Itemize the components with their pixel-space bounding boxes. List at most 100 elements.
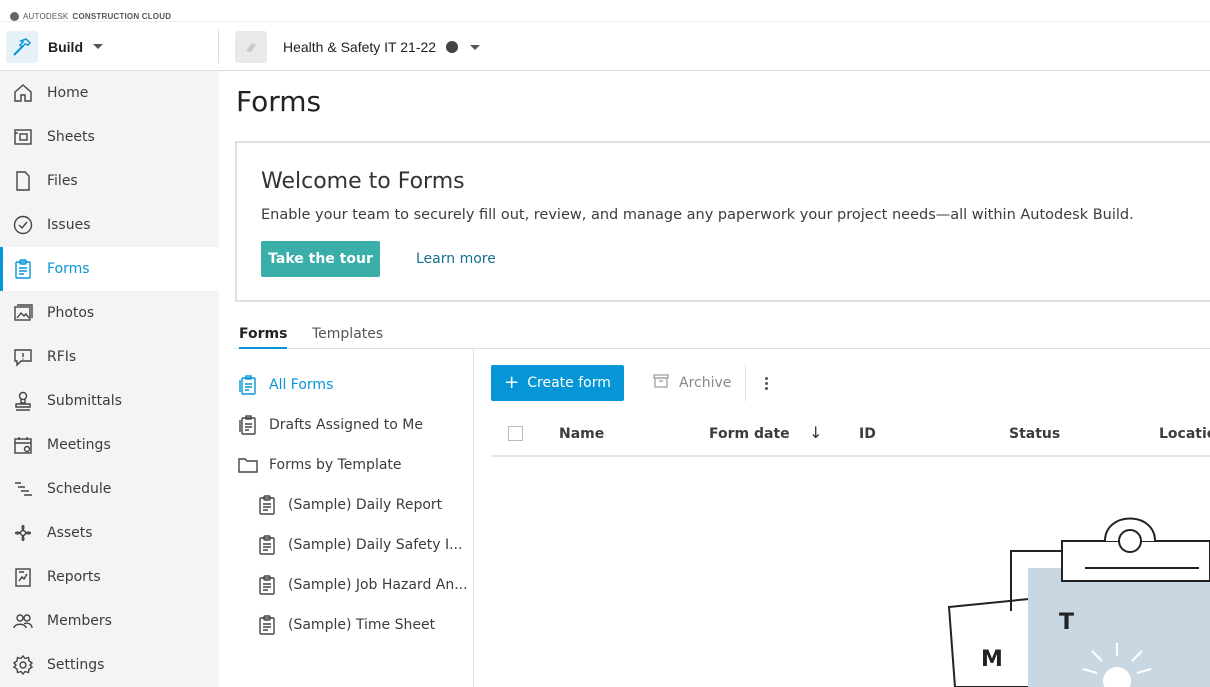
sidebar-item-assets[interactable]: Assets	[0, 511, 219, 555]
sidebar-item-label: Files	[47, 173, 78, 189]
sidebar-item-home[interactable]: Home	[0, 71, 219, 115]
learn-more-link[interactable]: Learn more	[416, 251, 496, 267]
sidebar-item-files[interactable]: Files	[0, 159, 219, 203]
file-icon	[12, 170, 34, 192]
list-item-template[interactable]: (Sample) Job Hazard An...	[256, 574, 468, 596]
list-item-all-forms[interactable]: All Forms	[237, 374, 333, 396]
column-location[interactable]: Location	[1159, 426, 1210, 442]
take-tour-button[interactable]: Take the tour	[261, 241, 380, 277]
app-switcher[interactable]: Build	[6, 30, 103, 63]
clipboard-icon	[256, 614, 278, 636]
rfi-icon	[12, 346, 34, 368]
column-name[interactable]: Name	[559, 426, 604, 442]
archive-button[interactable]: Archive	[653, 374, 731, 392]
sidebar-item-meetings[interactable]: Meetings	[0, 423, 219, 467]
select-all-checkbox[interactable]	[508, 426, 523, 441]
sidebar-item-issues[interactable]: Issues	[0, 203, 219, 247]
sidebar-item-submittals[interactable]: Submittals	[0, 379, 219, 423]
sidebar-item-reports[interactable]: Reports	[0, 555, 219, 599]
tab-forms[interactable]: Forms	[239, 326, 288, 349]
more-options-icon[interactable]	[760, 373, 772, 393]
toolbar-divider	[745, 365, 747, 401]
list-item-label: Forms by Template	[269, 457, 402, 473]
clipboard-icon	[256, 534, 278, 556]
list-item-label: (Sample) Time Sheet	[288, 617, 436, 633]
sidebar-item-settings[interactable]: Settings	[0, 643, 219, 687]
archive-icon	[653, 374, 669, 392]
sidebar-item-label: Home	[47, 85, 89, 101]
sidebar-item-forms[interactable]: Forms	[0, 247, 219, 291]
list-item-label: All Forms	[269, 377, 334, 393]
forms-filter-list: All Forms Drafts Assigned to Me Forms by…	[235, 349, 474, 687]
sidebar-item-label: RFIs	[47, 349, 77, 365]
sidebar-item-rfis[interactable]: RFIs	[0, 335, 219, 379]
sidebar-item-photos[interactable]: Photos	[0, 291, 219, 335]
schedule-icon	[12, 478, 34, 500]
chevron-down-icon	[93, 44, 103, 49]
tab-bar: Forms Templates	[235, 324, 1210, 349]
list-item-label: (Sample) Daily Report	[288, 497, 443, 513]
sidebar-item-members[interactable]: Members	[0, 599, 219, 643]
create-form-label: Create form	[527, 375, 611, 391]
empty-state-illustration: M T	[947, 511, 1210, 687]
list-item-forms-by-template[interactable]: Forms by Template	[237, 454, 402, 476]
autodesk-logo-icon	[10, 12, 19, 21]
page-title: Forms	[236, 85, 322, 118]
check-circle-icon	[12, 214, 34, 236]
chevron-down-icon	[470, 44, 481, 50]
clipboard-stack-icon	[237, 414, 259, 436]
column-status[interactable]: Status	[1009, 426, 1060, 442]
list-item-template[interactable]: (Sample) Daily Report	[256, 494, 442, 516]
clipboard-icon	[12, 258, 34, 280]
gear-icon	[12, 654, 34, 676]
sheets-icon	[12, 126, 34, 148]
reports-icon	[12, 566, 34, 588]
folder-icon	[237, 454, 259, 476]
column-id[interactable]: ID	[859, 426, 876, 442]
sidebar-item-label: Schedule	[47, 481, 112, 497]
main-content: Forms Welcome to Forms Enable your team …	[219, 71, 1210, 687]
table-header: Name Form date ↓ ID Status Location	[491, 417, 1210, 457]
list-item-drafts[interactable]: Drafts Assigned to Me	[237, 414, 423, 436]
sidebar-item-label: Issues	[47, 217, 91, 233]
sidebar-item-schedule[interactable]: Schedule	[0, 467, 219, 511]
calendar-icon	[12, 434, 34, 456]
globe-icon	[446, 41, 459, 53]
sidebar-item-label: Submittals	[47, 393, 122, 409]
header-divider	[218, 30, 219, 63]
list-item-template[interactable]: (Sample) Daily Safety I...	[256, 534, 462, 556]
sidebar-item-label: Settings	[47, 657, 105, 673]
welcome-heading: Welcome to Forms	[261, 169, 465, 194]
sidebar-item-sheets[interactable]: Sheets	[0, 115, 219, 159]
sidebar-item-label: Meetings	[47, 437, 111, 453]
assets-icon	[12, 522, 34, 544]
illustration-letter-m: M	[981, 647, 1003, 672]
welcome-description: Enable your team to securely fill out, r…	[261, 207, 1134, 223]
list-item-label: (Sample) Job Hazard An...	[288, 577, 468, 593]
welcome-banner: Welcome to Forms Enable your team to sec…	[235, 141, 1210, 302]
sidebar: Home Sheets Files Issues Forms Photos RF…	[0, 71, 219, 687]
list-item-label: Drafts Assigned to Me	[269, 417, 423, 433]
clipboard-icon	[256, 574, 278, 596]
column-form-date[interactable]: Form date	[709, 426, 790, 442]
tab-templates[interactable]: Templates	[312, 326, 383, 349]
clipboard-icon	[256, 494, 278, 516]
home-icon	[12, 82, 34, 104]
list-item-label: (Sample) Daily Safety I...	[288, 537, 463, 553]
project-selector[interactable]: Health & Safety IT 21-22	[235, 31, 481, 63]
sidebar-item-label: Assets	[47, 525, 93, 541]
illustration-letter-t: T	[1059, 610, 1074, 635]
sidebar-item-label: Forms	[47, 261, 90, 277]
stamp-icon	[12, 390, 34, 412]
sidebar-item-label: Members	[47, 613, 112, 629]
sidebar-item-label: Reports	[47, 569, 101, 585]
hammer-icon	[6, 30, 38, 63]
clipboard-stack-icon	[237, 374, 259, 396]
archive-label: Archive	[679, 375, 732, 391]
create-form-button[interactable]: + Create form	[491, 365, 624, 401]
sort-descending-icon[interactable]: ↓	[809, 423, 822, 442]
sidebar-item-label: Sheets	[47, 129, 95, 145]
project-name: Health & Safety IT 21-22	[283, 39, 437, 55]
list-item-template[interactable]: (Sample) Time Sheet	[256, 614, 435, 636]
photos-icon	[12, 302, 34, 324]
